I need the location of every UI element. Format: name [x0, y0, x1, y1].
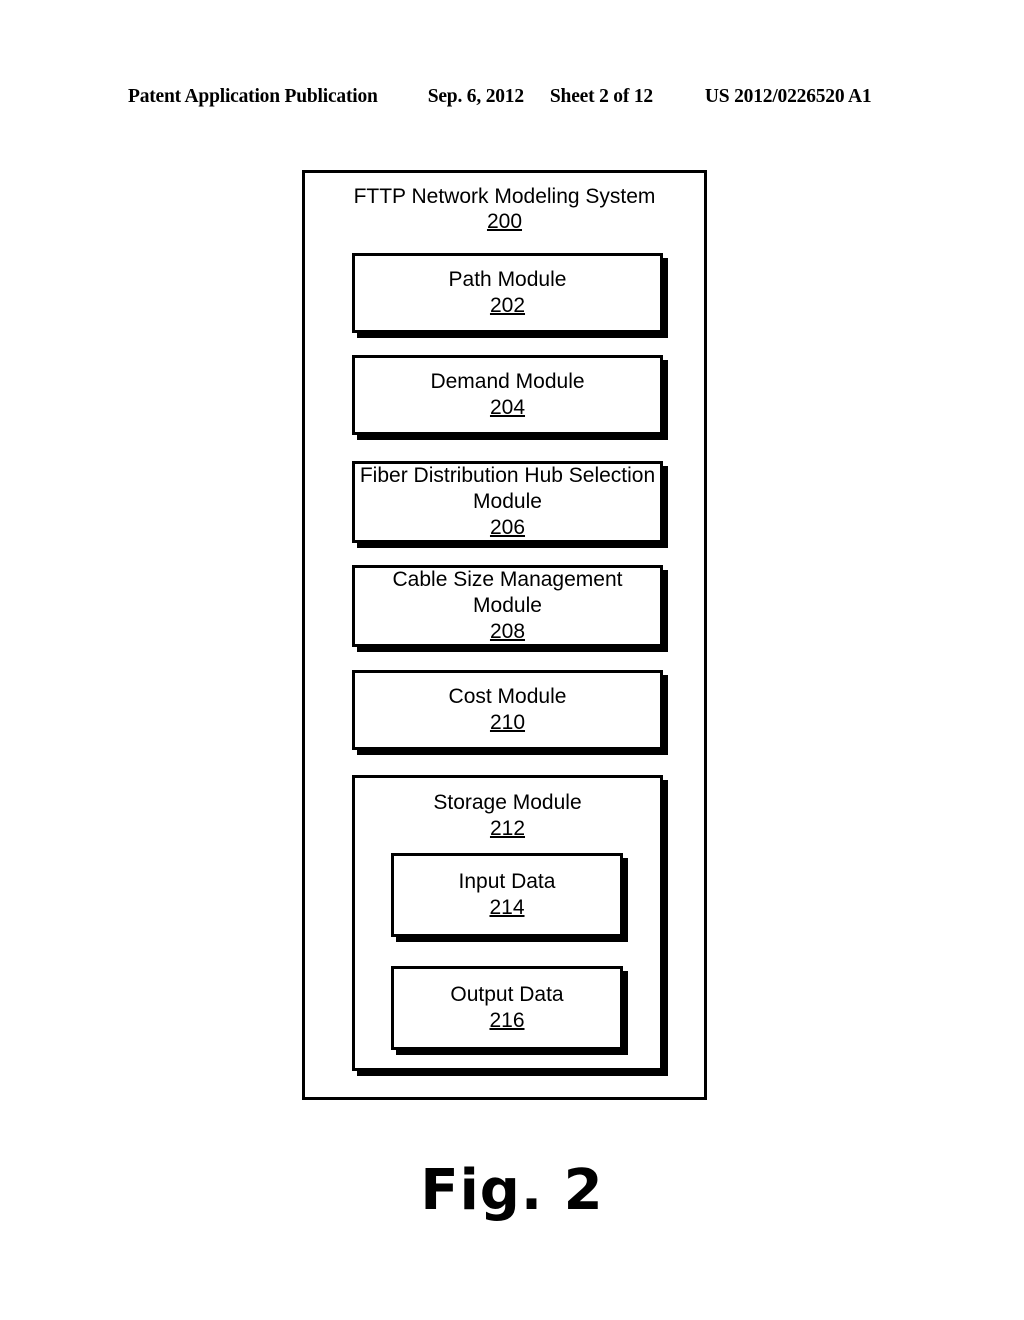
- cable-size-module-label-line-1: Cable Size Management: [392, 568, 623, 591]
- header-publication-number: US 2012/0226520 A1: [704, 86, 872, 107]
- output-data-box: Output Data 216: [391, 966, 623, 1050]
- fdh-module-label-line-1: Fiber Distribution Hub Selection: [359, 464, 656, 487]
- output-data-label: Output Data: [450, 983, 564, 1006]
- header-publication-label: Patent Application Publication: [128, 86, 378, 107]
- cost-module-label: Cost Module: [448, 685, 567, 708]
- output-data-reference-numeral: 216: [489, 1009, 525, 1032]
- fdh-module-reference-numeral: 206: [489, 516, 526, 539]
- path-module-label: Path Module: [448, 268, 567, 291]
- cost-module-reference-numeral: 210: [489, 711, 526, 734]
- header-sheet-number: Sheet 2 of 12: [549, 86, 653, 107]
- cable-size-management-module-box: Cable Size Management Module 208: [352, 565, 663, 647]
- cable-size-module-reference-numeral: 208: [489, 620, 526, 643]
- cable-size-module-label-line-2: Module: [473, 594, 542, 617]
- path-module-reference-numeral: 202: [489, 294, 526, 317]
- figure-caption: Fig. 2: [420, 1158, 604, 1223]
- input-data-box: Input Data 214: [391, 853, 623, 937]
- system-title-text: FTTP Network Modeling System: [353, 185, 656, 208]
- storage-module-label: Storage Module: [433, 791, 582, 814]
- input-data-label: Input Data: [458, 870, 556, 893]
- path-module-box: Path Module 202: [352, 253, 663, 333]
- patent-header: Patent Application Publication Sep. 6, 2…: [128, 86, 896, 108]
- fdh-module-label-line-2: Module: [473, 490, 542, 513]
- storage-module-reference-numeral: 212: [489, 817, 526, 840]
- storage-module-title: Storage Module 212: [355, 790, 660, 842]
- input-data-reference-numeral: 214: [489, 896, 525, 919]
- demand-module-label: Demand Module: [430, 370, 585, 393]
- demand-module-box: Demand Module 204: [352, 355, 663, 435]
- system-title: FTTP Network Modeling System 200: [305, 184, 704, 234]
- fiber-distribution-hub-selection-module-box: Fiber Distribution Hub Selection Module …: [352, 461, 663, 543]
- system-reference-numeral: 200: [486, 210, 523, 233]
- demand-module-reference-numeral: 204: [489, 396, 526, 419]
- fttp-network-modeling-system-box: FTTP Network Modeling System 200 Path Mo…: [302, 170, 707, 1100]
- storage-module-box: Storage Module 212 Input Data 214 Output…: [352, 775, 663, 1071]
- header-date: Sep. 6, 2012: [427, 86, 524, 107]
- figure-2-diagram: FTTP Network Modeling System 200 Path Mo…: [302, 170, 707, 1100]
- cost-module-box: Cost Module 210: [352, 670, 663, 750]
